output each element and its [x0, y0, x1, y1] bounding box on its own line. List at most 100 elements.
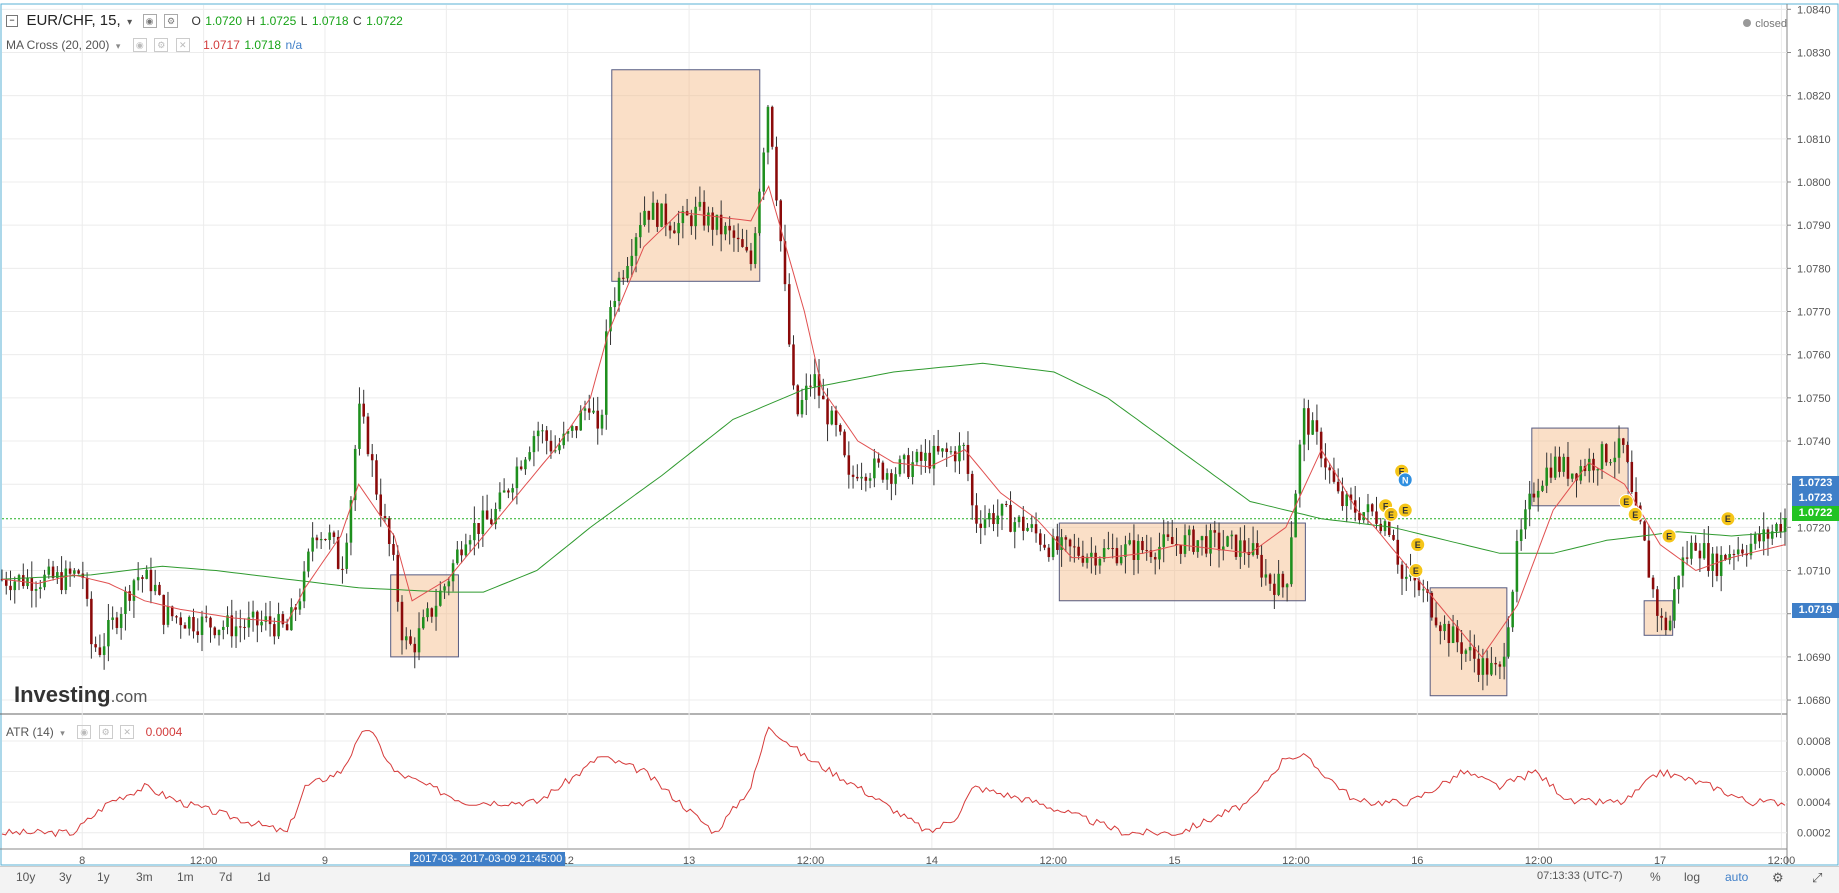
candle-up [630, 255, 634, 266]
candle-up [1690, 542, 1693, 559]
ma-settings-icon[interactable]: ⚙ [154, 37, 169, 52]
high-label: H [246, 14, 256, 28]
candle-down [1111, 548, 1114, 550]
atr-name[interactable]: ATR (14) [6, 725, 54, 739]
eye-icon[interactable]: ◉ [142, 13, 157, 28]
candle-down [1179, 544, 1183, 554]
range-1m-button[interactable]: 1m [177, 870, 194, 884]
market-status: closed [1742, 14, 1787, 32]
candle-up [1128, 540, 1131, 545]
ma-dropdown-icon[interactable]: ▾ [116, 41, 121, 51]
candle-down [1234, 534, 1238, 557]
candle-up [1404, 576, 1408, 579]
collapse-icon[interactable]: − [6, 14, 18, 27]
candle-down [907, 455, 910, 478]
atr-eye-icon[interactable]: ◉ [77, 724, 92, 739]
fullscreen-icon[interactable]: ⤢ [1812, 870, 1822, 886]
candle-down [115, 617, 119, 628]
candle-up [222, 626, 225, 630]
price-tag-3: 1.0719 [1792, 603, 1839, 618]
candle-down [839, 424, 842, 432]
settings-gear-icon[interactable]: ⚙ [1772, 870, 1784, 886]
candle-down [1392, 534, 1395, 540]
atr-dropdown-icon[interactable]: ▾ [60, 728, 65, 738]
candle-up [124, 591, 127, 614]
candle-up [1702, 543, 1706, 559]
candle-down [230, 615, 234, 637]
candle-up [1017, 516, 1021, 523]
y-tick-label: 1.0680 [1797, 695, 1831, 707]
candle-down [366, 416, 370, 455]
candle-up [758, 191, 761, 234]
chart-header: − EUR/CHF, 15, ▾ ◉ ⚙ O 1.0720 H 1.0725 L… [6, 12, 403, 30]
candle-up [1617, 438, 1621, 458]
range-1d-button[interactable]: 1d [257, 870, 270, 884]
candle-down [549, 440, 553, 452]
event-marker-label: E [1415, 540, 1421, 550]
ma-eye-icon[interactable]: ◉ [132, 37, 147, 52]
candle-up [1464, 650, 1468, 654]
candle-down [702, 201, 706, 226]
candle-up [983, 519, 987, 528]
candle-up [290, 607, 293, 631]
range-3y-button[interactable]: 3y [59, 870, 72, 884]
candle-down [179, 617, 182, 626]
candle-down [1141, 540, 1144, 551]
candle-down [1498, 664, 1502, 667]
candle-down [1217, 532, 1221, 551]
chart-canvas[interactable]: 1.0840 1.0830 1.0820 1.0810 1.0800 1.0790 1.07… [0, 0, 1839, 892]
candle-up [319, 539, 323, 541]
candle-up [1528, 493, 1531, 510]
candle-up [1596, 469, 1600, 471]
candle-up [924, 452, 927, 461]
candle-down [1068, 539, 1072, 547]
candle-up [1545, 467, 1548, 486]
candle-down [587, 408, 591, 413]
candle-up [698, 201, 702, 207]
candle-down [1434, 617, 1438, 626]
atr-settings-icon[interactable]: ⚙ [98, 724, 113, 739]
candle-up [136, 577, 140, 581]
settings-icon[interactable]: ⚙ [164, 13, 179, 28]
candle-up [1162, 534, 1165, 547]
range-3m-button[interactable]: 3m [136, 870, 153, 884]
candle-down [362, 403, 365, 417]
candle-down [796, 385, 800, 415]
auto-button[interactable]: auto [1725, 870, 1748, 884]
candle-down [1064, 537, 1068, 540]
candle-up [1553, 456, 1557, 478]
candle-down [792, 344, 795, 386]
candle-down [953, 451, 957, 462]
candle-down [400, 601, 404, 641]
range-10y-button[interactable]: 10y [16, 870, 35, 884]
candle-up [804, 385, 808, 400]
ma-close-icon[interactable]: ✕ [175, 37, 190, 52]
annotation-rectangle [611, 69, 761, 282]
candle-down [430, 608, 434, 617]
candle-up [1183, 535, 1187, 554]
symbol-title[interactable]: EUR/CHF, 15, [26, 12, 120, 29]
candle-down [1273, 583, 1276, 595]
log-button[interactable]: log [1684, 870, 1700, 884]
candle-up [145, 569, 148, 579]
candle-down [596, 410, 600, 429]
candle-up [307, 551, 310, 572]
candle-up [536, 430, 540, 437]
candle-down [1477, 658, 1480, 675]
range-7d-button[interactable]: 7d [219, 870, 232, 884]
y-tick-label: 1.0790 [1797, 220, 1831, 232]
range-1y-button[interactable]: 1y [97, 870, 110, 884]
atr-value: 0.0004 [145, 725, 183, 739]
ma-indicator-name[interactable]: MA Cross (20, 200) [6, 38, 109, 52]
candle-up [1507, 627, 1510, 657]
candle-up [119, 613, 123, 628]
candle-down [1387, 521, 1391, 535]
candle-up [1524, 509, 1527, 530]
event-marker-label: N [1402, 475, 1409, 485]
candle-down [1153, 557, 1157, 560]
atr-close-icon[interactable]: ✕ [120, 724, 135, 739]
symbol-dropdown-icon[interactable]: ▾ [127, 17, 132, 28]
percent-button[interactable]: % [1650, 870, 1661, 884]
candle-up [345, 542, 348, 569]
candle-up [1366, 504, 1370, 513]
